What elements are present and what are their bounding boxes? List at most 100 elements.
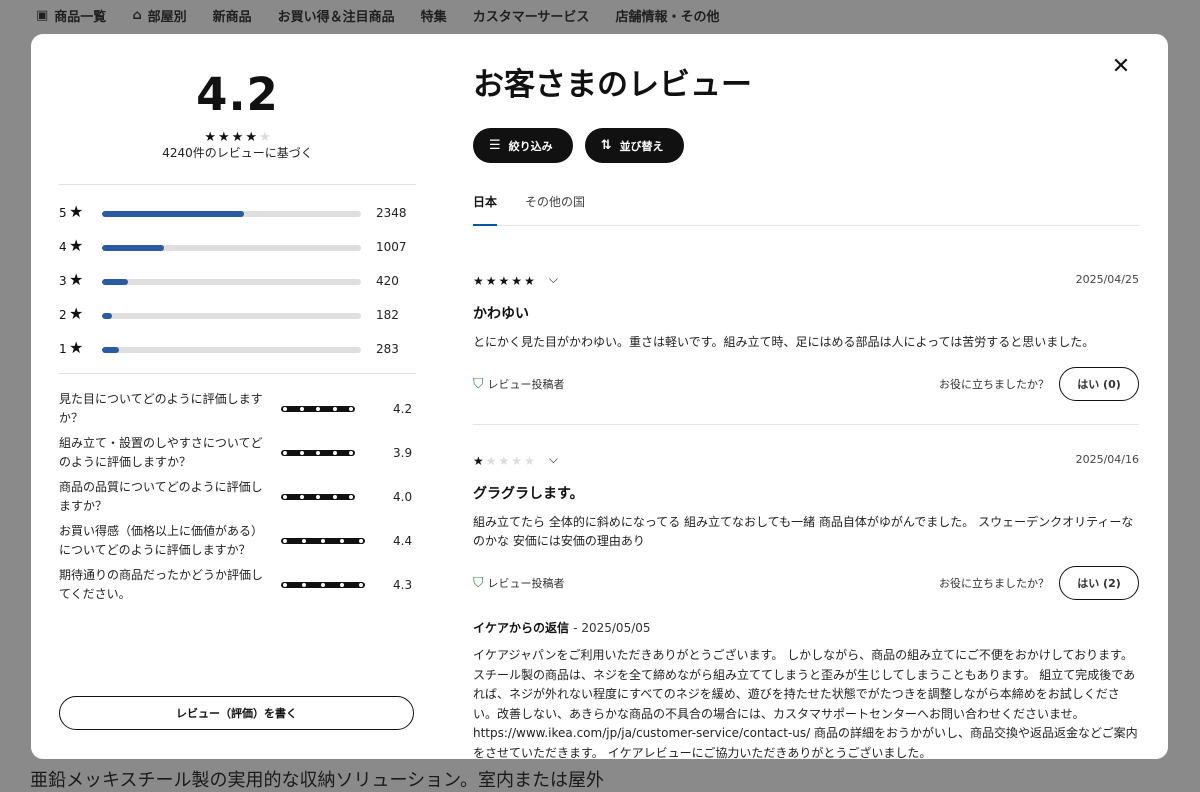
reply-body: イケアジャパンをご利用いただきありがとうございます。 しかしながら、商品の組み立… bbox=[473, 648, 1138, 759]
sub-rating-segment bbox=[349, 495, 353, 499]
filter-sliders-icon: ☰ bbox=[489, 138, 501, 153]
sub-rating-bar bbox=[281, 406, 355, 412]
nav-item-features[interactable]: 特集 bbox=[421, 6, 447, 25]
sub-rating-row: 期待通りの商品だったかどうか評価してください。 4.3 bbox=[59, 566, 416, 604]
histogram-row-3[interactable]: 3 ★ 420 bbox=[59, 271, 416, 305]
chevron-down-icon[interactable]: ⌵ bbox=[549, 452, 558, 467]
sub-rating-segment bbox=[332, 495, 337, 499]
review-date: 2025/04/16 bbox=[1075, 452, 1139, 466]
histogram-star-label: 4 bbox=[59, 240, 67, 254]
nav-item-label: お買い得＆注目商品 bbox=[277, 9, 395, 25]
sub-rating-bar bbox=[281, 494, 355, 500]
histogram-bar bbox=[102, 347, 361, 353]
filter-button[interactable]: ☰ 絞り込み bbox=[473, 128, 573, 163]
nav-item-deals[interactable]: お買い得＆注目商品 bbox=[278, 6, 395, 25]
star-icon: ★ bbox=[69, 236, 84, 255]
helpful-yes-button[interactable]: はい (2) bbox=[1059, 566, 1139, 600]
review-footer: ⛉ レビュー投稿者 お役に立ちましたか？ はい (0) bbox=[473, 366, 1139, 402]
review-date: 2025/04/25 bbox=[1075, 272, 1139, 286]
star-icon: ★ bbox=[218, 130, 230, 145]
tab-other-countries[interactable]: その他の国 bbox=[525, 189, 585, 225]
reply-author: イケアからの返信 bbox=[473, 621, 570, 635]
sub-rating-row: 組み立て・設置のしやすさについてどのように評価しますか？ 3.9 bbox=[59, 434, 416, 472]
star-icon: ★ bbox=[473, 453, 484, 468]
review-header: ★ ★ ★ ★ ★ ⌵ 2025/04/16 bbox=[473, 449, 1139, 469]
sub-rating-segment bbox=[283, 451, 287, 455]
nav-item-catalog[interactable]: ▣ 商品一覧 bbox=[36, 6, 106, 25]
sub-rating-segment bbox=[283, 407, 287, 411]
helpful-question: お役に立ちましたか？ bbox=[939, 378, 1049, 391]
histogram-count: 1007 bbox=[376, 240, 407, 254]
sub-rating-segment bbox=[359, 583, 363, 587]
sub-rating-row: 見た目についてどのように評価しますか？ 4.2 bbox=[59, 390, 416, 428]
histogram-bar-fill bbox=[102, 313, 113, 319]
sub-rating-bar bbox=[281, 538, 365, 544]
sub-rating-segment bbox=[283, 583, 287, 587]
histogram-row-1[interactable]: 1 ★ 283 bbox=[59, 339, 416, 373]
sub-rating-row: お買い得感（価格以上に価値がある）についてどのように評価しますか？ 4.4 bbox=[59, 522, 416, 560]
star-icon: ★ bbox=[511, 453, 523, 468]
sub-rating-segment bbox=[321, 539, 325, 543]
histogram-bar bbox=[102, 211, 361, 217]
review-title: グラグラします。 bbox=[473, 486, 584, 502]
sub-rating-segment bbox=[302, 539, 306, 543]
reviews-list-panel: お客さまのレビュー ☰ 絞り込み ⇅ 並び替え 日本 その他の国 ★ ★ ★ ★ ★ ⌵… bbox=[473, 34, 1139, 759]
nav-item-label: 特集 bbox=[420, 9, 447, 25]
helpful-yes-button[interactable]: はい (0) bbox=[1059, 367, 1139, 401]
nav-item-label: 店舗情報・その他 bbox=[615, 9, 720, 25]
catalog-icon: ▣ bbox=[36, 7, 49, 23]
histogram-bar bbox=[102, 313, 361, 319]
sub-rating-value: 4.2 bbox=[393, 402, 413, 416]
sub-rating-row: 商品の品質についてどのように評価しますか？ 4.0 bbox=[59, 478, 416, 516]
nav-item-customer-service[interactable]: カスタマーサービス bbox=[473, 6, 590, 25]
top-navigation: ▣ 商品一覧 ⌂ 部屋別 新商品 お買い得＆注目商品 特集 カスタマーサービス … bbox=[0, 0, 1200, 30]
reviewer-badge: ⛉ レビュー投稿者 bbox=[473, 376, 565, 392]
histogram-row-4[interactable]: 4 ★ 1007 bbox=[59, 237, 416, 271]
nav-item-rooms[interactable]: ⌂ 部屋別 bbox=[132, 6, 186, 25]
sub-rating-segment bbox=[316, 451, 320, 455]
chevron-down-icon[interactable]: ⌵ bbox=[549, 272, 558, 287]
histogram-count: 182 bbox=[376, 308, 399, 322]
histogram-bar-fill bbox=[102, 347, 119, 353]
histogram-bar bbox=[102, 279, 361, 285]
review-stars: ★ ★ ★ ★ ★ bbox=[473, 450, 537, 469]
sub-rating-segment bbox=[349, 451, 353, 455]
nav-item-label: 商品一覧 bbox=[54, 9, 107, 25]
sub-rating-segment bbox=[283, 539, 287, 543]
filter-button-label: 絞り込み bbox=[508, 139, 553, 153]
helpful-question: お役に立ちましたか？ bbox=[939, 577, 1049, 590]
histogram-row-5[interactable]: 5 ★ 2348 bbox=[59, 203, 416, 237]
home-icon: ⌂ bbox=[132, 7, 142, 23]
sub-rating-bar bbox=[281, 582, 365, 588]
rating-summary: 4.2 ★ ★ ★ ★ ★ 4240件のレビューに基づく 5 ★ 2348 4 ★ 10… bbox=[59, 34, 416, 730]
sub-rating-segment bbox=[340, 539, 344, 543]
star-icon: ★ bbox=[204, 130, 217, 145]
nav-item-store-info[interactable]: 店舗情報・その他 bbox=[615, 6, 719, 25]
histogram-row-2[interactable]: 2 ★ 182 bbox=[59, 305, 416, 339]
star-icon: ★ bbox=[69, 304, 84, 323]
histogram-star-label: 1 bbox=[59, 342, 67, 356]
review-body: とにかく見た目がかわゆい。重さは軽いです。組み立て時、足にはめる部品は人によって… bbox=[473, 335, 1095, 349]
sub-rating-value: 3.9 bbox=[393, 446, 413, 460]
tab-japan[interactable]: 日本 bbox=[473, 189, 498, 226]
sort-icon: ⇅ bbox=[600, 138, 612, 153]
badge-label: レビュー投稿者 bbox=[487, 378, 565, 391]
store-reply: イケアからの返信 - 2025/05/05 イケアジャパンをご利用いただきありが… bbox=[473, 619, 1139, 759]
write-review-button[interactable]: レビュー（評価）を書く bbox=[59, 696, 414, 730]
star-icon: ★ bbox=[258, 130, 271, 145]
star-icon: ★ bbox=[485, 273, 497, 288]
star-icon: ★ bbox=[69, 270, 84, 289]
histogram-count: 283 bbox=[376, 342, 399, 356]
sort-button[interactable]: ⇅ 並び替え bbox=[584, 128, 684, 163]
sub-rating-value: 4.4 bbox=[393, 534, 413, 548]
review-footer: ⛉ レビュー投稿者 お役に立ちましたか？ はい (2) bbox=[473, 565, 1139, 601]
reply-date: - 2025/05/05 bbox=[573, 621, 651, 635]
sub-rating-question: 期待通りの商品だったかどうか評価してください。 bbox=[59, 568, 264, 601]
histogram-bar-fill bbox=[102, 279, 128, 285]
sub-rating-value: 4.0 bbox=[393, 490, 413, 504]
nav-item-new[interactable]: 新商品 bbox=[213, 6, 252, 25]
review-stars: ★ ★ ★ ★ ★ bbox=[473, 270, 537, 289]
star-icon: ★ bbox=[245, 130, 257, 145]
sub-rating-segment bbox=[332, 451, 337, 455]
product-description: 亜鉛メッキスチール製の実用的な収納ソリューション。室内または屋外 bbox=[30, 770, 605, 791]
